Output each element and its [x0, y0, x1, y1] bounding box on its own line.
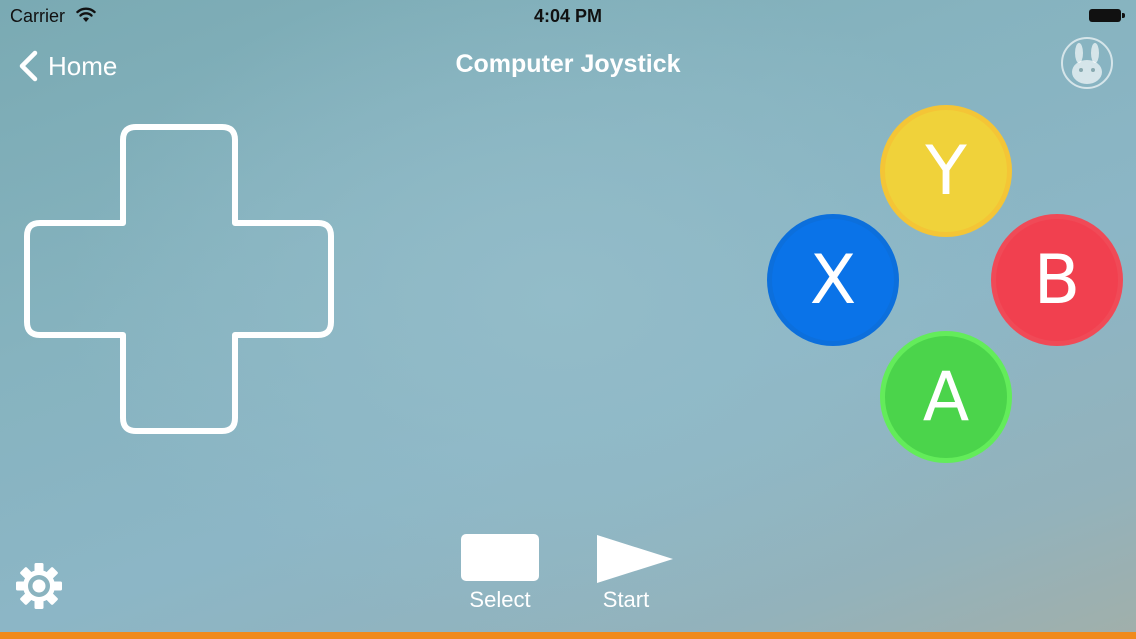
- play-triangle-icon: [597, 535, 673, 583]
- b-button-label: B: [1033, 240, 1081, 320]
- bunny-mascot-icon[interactable]: [1060, 36, 1114, 90]
- dpad-down[interactable]: [126, 335, 232, 428]
- gear-icon[interactable]: [14, 561, 64, 611]
- y-button-label: Y: [925, 131, 967, 211]
- a-button[interactable]: A: [880, 331, 1012, 463]
- start-label: Start: [602, 587, 650, 612]
- status-bar: Carrier 4:04 PM: [0, 0, 1136, 34]
- select-label: Select: [469, 587, 531, 612]
- dpad-right[interactable]: [235, 226, 328, 332]
- x-button-label: X: [809, 240, 857, 320]
- page-title: Computer Joystick: [455, 50, 681, 78]
- select-rect-icon: [461, 534, 539, 581]
- dpad-outline[interactable]: [24, 124, 334, 434]
- accent-bar: [0, 632, 1136, 639]
- y-button[interactable]: Y: [880, 105, 1012, 237]
- dpad-up[interactable]: [126, 130, 232, 223]
- a-button-label: A: [922, 357, 970, 437]
- status-time: 4:04 PM: [533, 6, 603, 26]
- select-button[interactable]: Select: [460, 534, 540, 614]
- start-button[interactable]: Start: [590, 534, 680, 614]
- dpad-left[interactable]: [30, 226, 123, 332]
- b-button[interactable]: B: [991, 214, 1123, 346]
- x-button[interactable]: X: [767, 214, 899, 346]
- battery-icon: [1089, 9, 1125, 22]
